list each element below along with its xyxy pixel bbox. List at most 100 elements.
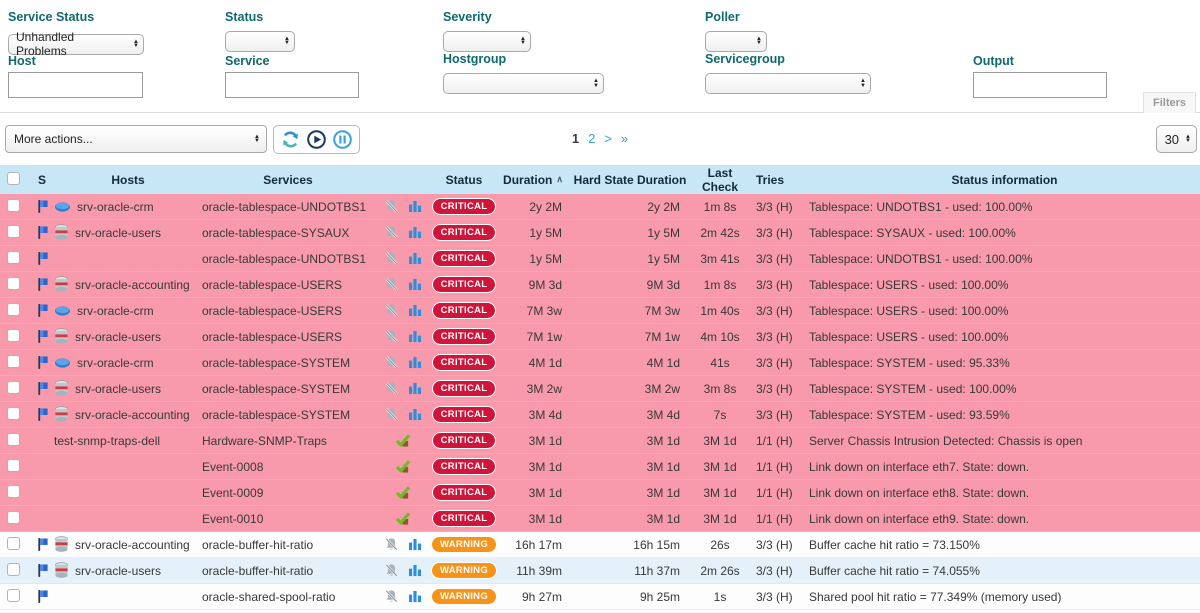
row-checkbox[interactable] <box>7 485 20 498</box>
host-name[interactable]: srv-oracle-accounting <box>75 408 190 422</box>
row-checkbox[interactable] <box>7 537 20 550</box>
table-row[interactable]: srv-oracle-accounting oracle-tablespace-… <box>0 272 1200 298</box>
bar-chart-icon[interactable] <box>408 538 422 551</box>
bar-chart-icon[interactable] <box>408 356 422 369</box>
bar-chart-icon[interactable] <box>408 330 422 343</box>
page-2-link[interactable]: 2 <box>588 131 595 146</box>
host-name[interactable]: srv-oracle-crm <box>77 304 154 318</box>
service-label: Service <box>225 54 359 68</box>
bar-chart-icon[interactable] <box>408 304 422 317</box>
bar-chart-icon[interactable] <box>408 200 422 213</box>
row-flag-cell <box>30 563 54 578</box>
status-badge: CRITICAL <box>432 354 497 371</box>
row-checkbox[interactable] <box>7 303 20 316</box>
table-row[interactable]: srv-oracle-users oracle-buffer-hit-ratio <box>0 558 1200 584</box>
row-checkbox[interactable] <box>7 355 20 368</box>
host-name[interactable]: srv-oracle-users <box>75 226 161 240</box>
host-name[interactable]: srv-oracle-users <box>75 382 161 396</box>
row-checkbox[interactable] <box>7 225 20 238</box>
row-checkbox[interactable] <box>7 329 20 342</box>
service-name[interactable]: oracle-tablespace-SYSTEM <box>202 382 374 396</box>
table-row[interactable]: oracle-tablespace-UNDOTBS1 <box>0 246 1200 272</box>
service-name[interactable]: oracle-tablespace-USERS <box>202 304 374 318</box>
header-last-check[interactable]: Last Check <box>690 166 750 194</box>
status-select[interactable]: ▲▼ <box>225 31 295 52</box>
service-name[interactable]: oracle-buffer-hit-ratio <box>202 564 374 578</box>
row-checkbox[interactable] <box>7 511 20 524</box>
table-row[interactable]: srv-oracle-users oracle-tablespace-USERS <box>0 324 1200 350</box>
row-checkbox[interactable] <box>7 381 20 394</box>
bar-chart-icon[interactable] <box>408 408 422 421</box>
row-checkbox[interactable] <box>7 589 20 602</box>
header-duration[interactable]: Duration ∧ <box>496 173 570 187</box>
page-last-link[interactable]: » <box>621 131 628 146</box>
service-name[interactable]: oracle-shared-spool-ratio <box>202 590 374 604</box>
table-row[interactable]: Event-0009 CRITICA <box>0 480 1200 506</box>
filters-tab-button[interactable]: Filters <box>1143 92 1196 113</box>
host-name[interactable]: srv-oracle-crm <box>77 200 154 214</box>
table-row[interactable]: srv-oracle-accounting oracle-buffer-hit-… <box>0 532 1200 558</box>
hostgroup-select[interactable]: ▲▼ <box>443 73 604 94</box>
host-name[interactable]: test-snmp-traps-dell <box>54 434 160 448</box>
service-input[interactable] <box>225 72 359 98</box>
bar-chart-icon[interactable] <box>408 278 422 291</box>
service-name[interactable]: oracle-buffer-hit-ratio <box>202 538 374 552</box>
row-checkbox[interactable] <box>7 459 20 472</box>
select-all-checkbox[interactable] <box>7 172 20 185</box>
service-name[interactable]: oracle-tablespace-SYSTEM <box>202 408 374 422</box>
bar-chart-icon[interactable] <box>408 590 422 603</box>
host-name[interactable]: srv-oracle-users <box>75 564 161 578</box>
header-hard-state-duration[interactable]: Hard State Duration <box>570 173 690 187</box>
table-row[interactable]: srv-oracle-crm oracle-tablespace-SYSTEM <box>0 350 1200 376</box>
servicegroup-select[interactable]: ▲▼ <box>705 73 871 94</box>
severity-select[interactable]: ▲▼ <box>443 31 531 52</box>
header-hosts[interactable]: Hosts <box>54 173 202 187</box>
service-status-select[interactable]: Unhandled Problems ▲▼ <box>8 34 144 55</box>
row-checkbox[interactable] <box>7 407 20 420</box>
page-current[interactable]: 1 <box>572 131 579 146</box>
table-row[interactable]: oracle-shared-spool-ratio <box>0 584 1200 610</box>
table-row[interactable]: srv-oracle-users oracle-tablespace-SYSAU… <box>0 220 1200 246</box>
service-name[interactable]: oracle-tablespace-SYSTEM <box>202 356 374 370</box>
table-row[interactable]: test-snmp-traps-dell Hardware-SNMP-Traps <box>0 428 1200 454</box>
row-checkbox[interactable] <box>7 563 20 576</box>
table-row[interactable]: srv-oracle-crm oracle-tablespace-USERS <box>0 298 1200 324</box>
service-name[interactable]: oracle-tablespace-USERS <box>202 278 374 292</box>
service-name[interactable]: Event-0010 <box>202 512 374 526</box>
header-tries[interactable]: Tries <box>750 173 804 187</box>
service-name[interactable]: oracle-tablespace-UNDOTBS1 <box>202 200 374 214</box>
row-checkbox[interactable] <box>7 251 20 264</box>
table-row[interactable]: srv-oracle-crm oracle-tablespace-UNDOTBS… <box>0 194 1200 220</box>
row-checkbox[interactable] <box>7 277 20 290</box>
row-checkbox[interactable] <box>7 199 20 212</box>
bar-chart-icon[interactable] <box>408 226 422 239</box>
poller-select[interactable]: ▲▼ <box>705 31 767 52</box>
service-name[interactable]: Hardware-SNMP-Traps <box>202 434 374 448</box>
host-name[interactable]: srv-oracle-crm <box>77 356 154 370</box>
service-name[interactable]: oracle-tablespace-SYSAUX <box>202 226 374 240</box>
status-badge: CRITICAL <box>432 458 497 475</box>
table-row[interactable]: Event-0010 CRITICA <box>0 506 1200 532</box>
service-name[interactable]: Event-0008 <box>202 460 374 474</box>
table-row[interactable]: Event-0008 CRITICA <box>0 454 1200 480</box>
bar-chart-icon[interactable] <box>408 564 422 577</box>
header-status[interactable]: Status <box>432 173 496 187</box>
table-row[interactable]: srv-oracle-accounting oracle-tablespace-… <box>0 402 1200 428</box>
row-checkbox[interactable] <box>7 433 20 446</box>
service-name[interactable]: oracle-tablespace-UNDOTBS1 <box>202 252 374 266</box>
header-s[interactable]: S <box>30 173 54 187</box>
page-size-select[interactable]: 30 ▲▼ <box>1156 125 1197 153</box>
output-input[interactable] <box>973 72 1107 98</box>
bar-chart-icon[interactable] <box>408 252 422 265</box>
page-next-link[interactable]: > <box>604 131 612 146</box>
table-row[interactable]: srv-oracle-users oracle-tablespace-SYSTE… <box>0 376 1200 402</box>
header-status-information[interactable]: Status information <box>804 173 1200 187</box>
header-services[interactable]: Services <box>202 173 374 187</box>
service-name[interactable]: Event-0009 <box>202 486 374 500</box>
host-name[interactable]: srv-oracle-accounting <box>75 278 190 292</box>
host-name[interactable]: srv-oracle-accounting <box>75 538 190 552</box>
host-name[interactable]: srv-oracle-users <box>75 330 161 344</box>
host-input[interactable] <box>8 72 143 98</box>
service-name[interactable]: oracle-tablespace-USERS <box>202 330 374 344</box>
bar-chart-icon[interactable] <box>408 382 422 395</box>
